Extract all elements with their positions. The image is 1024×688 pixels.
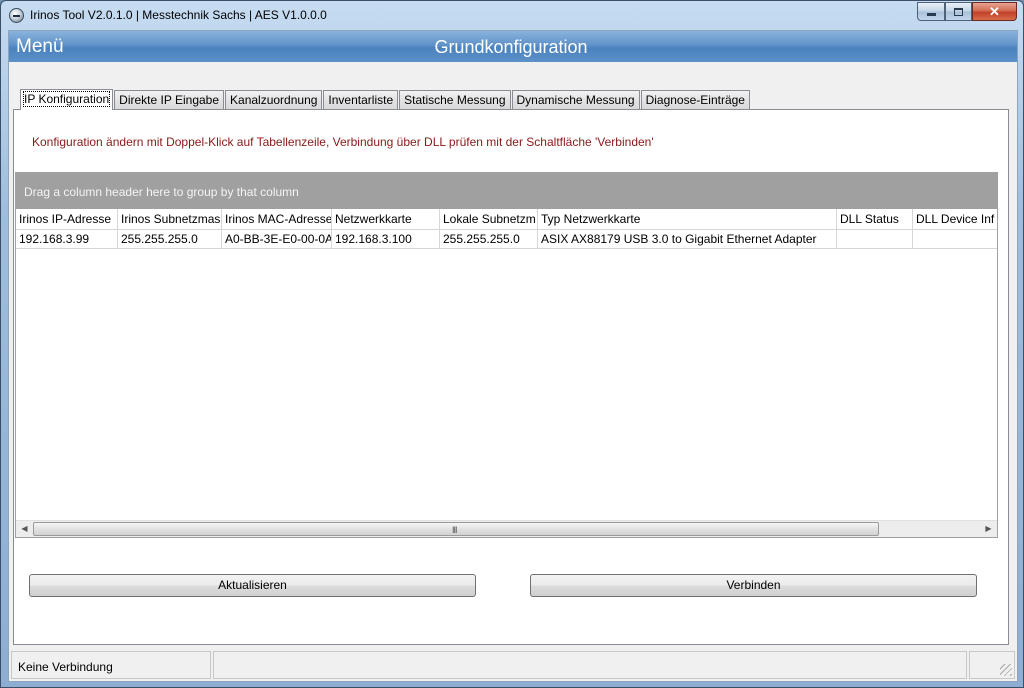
app-window: Irinos Tool V2.0.1.0 | Messtechnik Sachs… xyxy=(0,0,1024,688)
title-bar[interactable]: Irinos Tool V2.0.1.0 | Messtechnik Sachs… xyxy=(1,1,1023,29)
minimize-icon xyxy=(926,13,936,16)
scroll-grip-icon: III xyxy=(452,525,457,535)
table-row[interactable]: 192.168.3.99 255.255.255.0 A0-BB-3E-E0-0… xyxy=(16,229,997,249)
horizontal-scrollbar[interactable]: ◀ III ▶ xyxy=(16,520,997,537)
tab-page-ip-konfiguration: Konfiguration ändern mit Doppel-Klick au… xyxy=(13,109,1009,645)
resize-grip-icon[interactable] xyxy=(1000,664,1012,676)
scroll-thumb[interactable]: III xyxy=(33,522,879,536)
column-header-lokale-subnet[interactable]: Lokale Subnetzm xyxy=(440,209,538,229)
column-header-irinos-mac[interactable]: Irinos MAC-Adresse xyxy=(222,209,332,229)
tab-diagnose-eintraege[interactable]: Diagnose-Einträge xyxy=(640,90,750,109)
column-header-netzwerkkarte[interactable]: Netzwerkkarte xyxy=(332,209,440,229)
maximize-button[interactable] xyxy=(945,2,972,21)
column-header-irinos-ip[interactable]: Irinos IP-Adresse xyxy=(16,209,118,229)
cell-irinos-ip: 192.168.3.99 xyxy=(16,230,118,248)
data-grid: Drag a column header here to group by th… xyxy=(15,172,998,538)
tab-kanalzuordnung[interactable]: Kanalzuordnung xyxy=(225,90,323,109)
scroll-right-icon[interactable]: ▶ xyxy=(980,521,997,538)
tab-label: IP Konfiguration xyxy=(22,91,111,107)
refresh-button[interactable]: Aktualisieren xyxy=(29,574,476,597)
tab-direkte-ip-eingabe[interactable]: Direkte IP Eingabe xyxy=(114,90,225,109)
column-header-irinos-subnet[interactable]: Irinos Subnetzmas xyxy=(118,209,222,229)
status-bar: Keine Verbindung xyxy=(9,649,1017,681)
column-header-dll-device-info[interactable]: DLL Device Inf xyxy=(913,209,997,229)
tab-inventarliste[interactable]: Inventarliste xyxy=(323,90,399,109)
grid-header-row: Irinos IP-Adresse Irinos Subnetzmas Irin… xyxy=(16,209,997,229)
cell-irinos-mac: A0-BB-3E-E0-00-0A xyxy=(222,230,332,248)
scroll-left-icon[interactable]: ◀ xyxy=(16,521,33,538)
client-area: Menü Grundkonfiguration IP Konfiguration… xyxy=(8,30,1018,682)
group-panel[interactable]: Drag a column header here to group by th… xyxy=(16,173,997,209)
page-title: Grundkonfiguration xyxy=(434,37,588,57)
window-title: Irinos Tool V2.0.1.0 | Messtechnik Sachs… xyxy=(30,8,327,22)
status-panel-connection: Keine Verbindung xyxy=(11,651,211,679)
cell-lokale-subnet: 255.255.255.0 xyxy=(440,230,538,248)
connect-button[interactable]: Verbinden xyxy=(530,574,977,597)
group-hint: Drag a column header here to group by th… xyxy=(24,185,299,199)
minimize-button[interactable] xyxy=(917,2,945,21)
cell-dll-device-info xyxy=(913,230,997,248)
info-text: Konfiguration ändern mit Doppel-Klick au… xyxy=(32,135,654,149)
maximize-icon xyxy=(954,7,963,16)
tab-strip: IP Konfiguration Direkte IP Eingabe Kana… xyxy=(20,89,751,110)
cell-irinos-subnet: 255.255.255.0 xyxy=(118,230,222,248)
cell-netzwerkkarte: 192.168.3.100 xyxy=(332,230,440,248)
close-icon: ✕ xyxy=(989,3,1000,19)
connection-status: Keine Verbindung xyxy=(18,660,113,674)
cell-typ-netzwerkkarte: ASIX AX88179 USB 3.0 to Gigabit Ethernet… xyxy=(538,230,837,248)
cell-dll-status xyxy=(837,230,913,248)
tab-dynamische-messung[interactable]: Dynamische Messung xyxy=(511,90,640,109)
caption-buttons: ✕ xyxy=(917,2,1017,21)
column-header-dll-status[interactable]: DLL Status xyxy=(837,209,913,229)
status-panel-middle xyxy=(213,651,967,679)
tab-statische-messung[interactable]: Statische Messung xyxy=(399,90,511,109)
status-panel-right xyxy=(969,651,1015,679)
close-button[interactable]: ✕ xyxy=(972,2,1017,21)
column-header-typ-netzwerkkarte[interactable]: Typ Netzwerkkarte xyxy=(538,209,837,229)
app-logo-icon xyxy=(9,8,24,23)
tab-control: IP Konfiguration Direkte IP Eingabe Kana… xyxy=(13,83,1013,645)
menu-bar: Menü Grundkonfiguration xyxy=(9,31,1017,62)
tab-ip-konfiguration[interactable]: IP Konfiguration xyxy=(20,89,114,110)
